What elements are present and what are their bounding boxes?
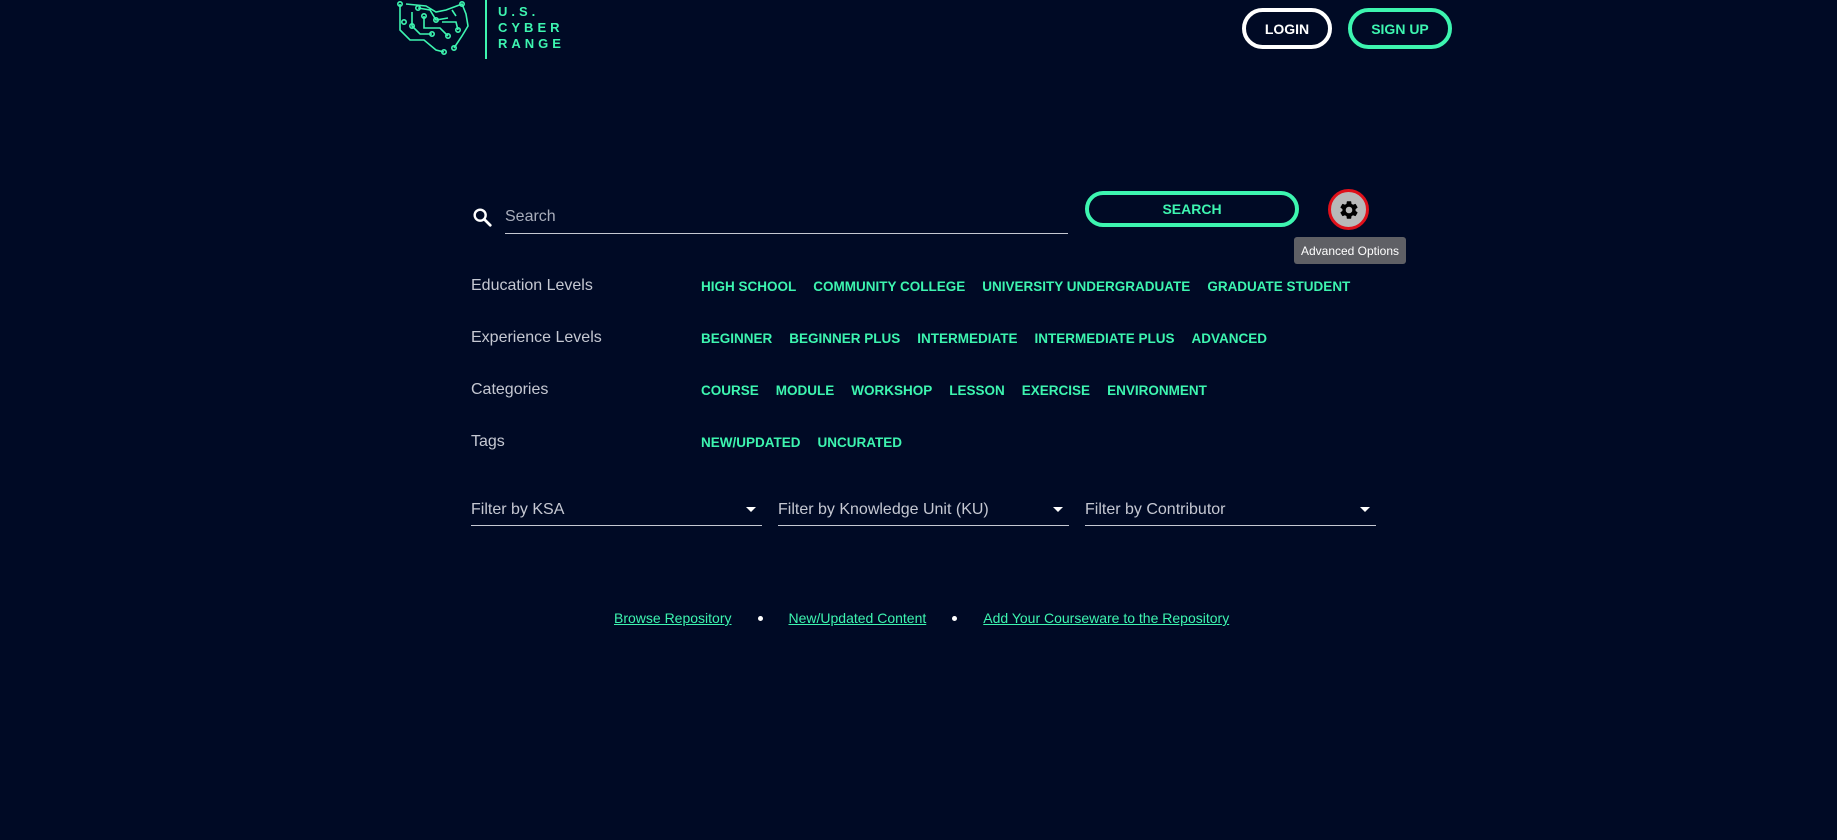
advanced-options-tooltip: Advanced Options (1294, 237, 1406, 264)
logo-divider (485, 0, 487, 59)
logo-map-icon (396, 0, 469, 55)
chip-intermediate-plus[interactable]: INTERMEDIATE PLUS (1035, 331, 1175, 346)
search-input[interactable] (505, 200, 1068, 234)
chips-experience: BEGINNER BEGINNER PLUS INTERMEDIATE INTE… (701, 331, 1267, 346)
chip-university-undergraduate[interactable]: UNIVERSITY UNDERGRADUATE (982, 279, 1190, 294)
filter-ku-label: Filter by Knowledge Unit (KU) (778, 500, 989, 518)
footer-links: Browse Repository New/Updated Content Ad… (614, 610, 1229, 626)
gear-icon (1339, 200, 1358, 219)
chip-environment[interactable]: ENVIRONMENT (1107, 383, 1207, 398)
chip-high-school[interactable]: HIGH SCHOOL (701, 279, 796, 294)
chip-exercise[interactable]: EXERCISE (1022, 383, 1090, 398)
chip-beginner[interactable]: BEGINNER (701, 331, 772, 346)
separator-dot (757, 615, 763, 621)
chips-categories: COURSE MODULE WORKSHOP LESSON EXERCISE E… (701, 383, 1207, 398)
chip-lesson[interactable]: LESSON (949, 383, 1005, 398)
new-updated-content-link[interactable]: New/Updated Content (789, 610, 927, 626)
caret-down-icon (1360, 507, 1370, 512)
chip-workshop[interactable]: WORKSHOP (851, 383, 932, 398)
filter-contributor-label: Filter by Contributor (1085, 500, 1226, 518)
chip-beginner-plus[interactable]: BEGINNER PLUS (789, 331, 900, 346)
chips-tags: NEW/UPDATED UNCURATED (701, 435, 902, 450)
filter-ksa-label: Filter by KSA (471, 500, 565, 518)
search-icon (473, 208, 492, 227)
logo-text: U.S. CYBER RANGE (498, 4, 565, 52)
row-label-experience: Experience Levels (471, 329, 602, 346)
login-button[interactable]: LOGIN (1242, 8, 1332, 49)
chip-graduate-student[interactable]: GRADUATE STUDENT (1207, 279, 1350, 294)
signup-button[interactable]: SIGN UP (1348, 8, 1452, 49)
row-label-tags: Tags (471, 433, 505, 450)
chip-community-college[interactable]: COMMUNITY COLLEGE (813, 279, 965, 294)
search-button[interactable]: SEARCH (1085, 191, 1299, 227)
chip-new-updated[interactable]: NEW/UPDATED (701, 435, 801, 450)
chip-module[interactable]: MODULE (776, 383, 835, 398)
logo-line: CYBER (498, 20, 564, 35)
chips-education: HIGH SCHOOL COMMUNITY COLLEGE UNIVERSITY… (701, 279, 1350, 294)
chip-intermediate[interactable]: INTERMEDIATE (917, 331, 1017, 346)
caret-down-icon (1053, 507, 1063, 512)
chip-course[interactable]: COURSE (701, 383, 759, 398)
browse-repository-link[interactable]: Browse Repository (614, 610, 732, 626)
chip-uncurated[interactable]: UNCURATED (818, 435, 903, 450)
row-label-education: Education Levels (471, 277, 593, 294)
filter-ksa-select[interactable]: Filter by KSA (471, 494, 762, 526)
logo-line: U.S. (498, 4, 540, 19)
add-courseware-link[interactable]: Add Your Courseware to the Repository (983, 610, 1229, 626)
chip-advanced[interactable]: ADVANCED (1192, 331, 1268, 346)
caret-down-icon (746, 507, 756, 512)
logo-line: RANGE (498, 36, 565, 51)
separator-dot (952, 615, 958, 621)
filter-contributor-select[interactable]: Filter by Contributor (1085, 494, 1376, 526)
advanced-options-button[interactable] (1328, 189, 1369, 230)
filter-ku-select[interactable]: Filter by Knowledge Unit (KU) (778, 494, 1069, 526)
row-label-categories: Categories (471, 381, 549, 398)
